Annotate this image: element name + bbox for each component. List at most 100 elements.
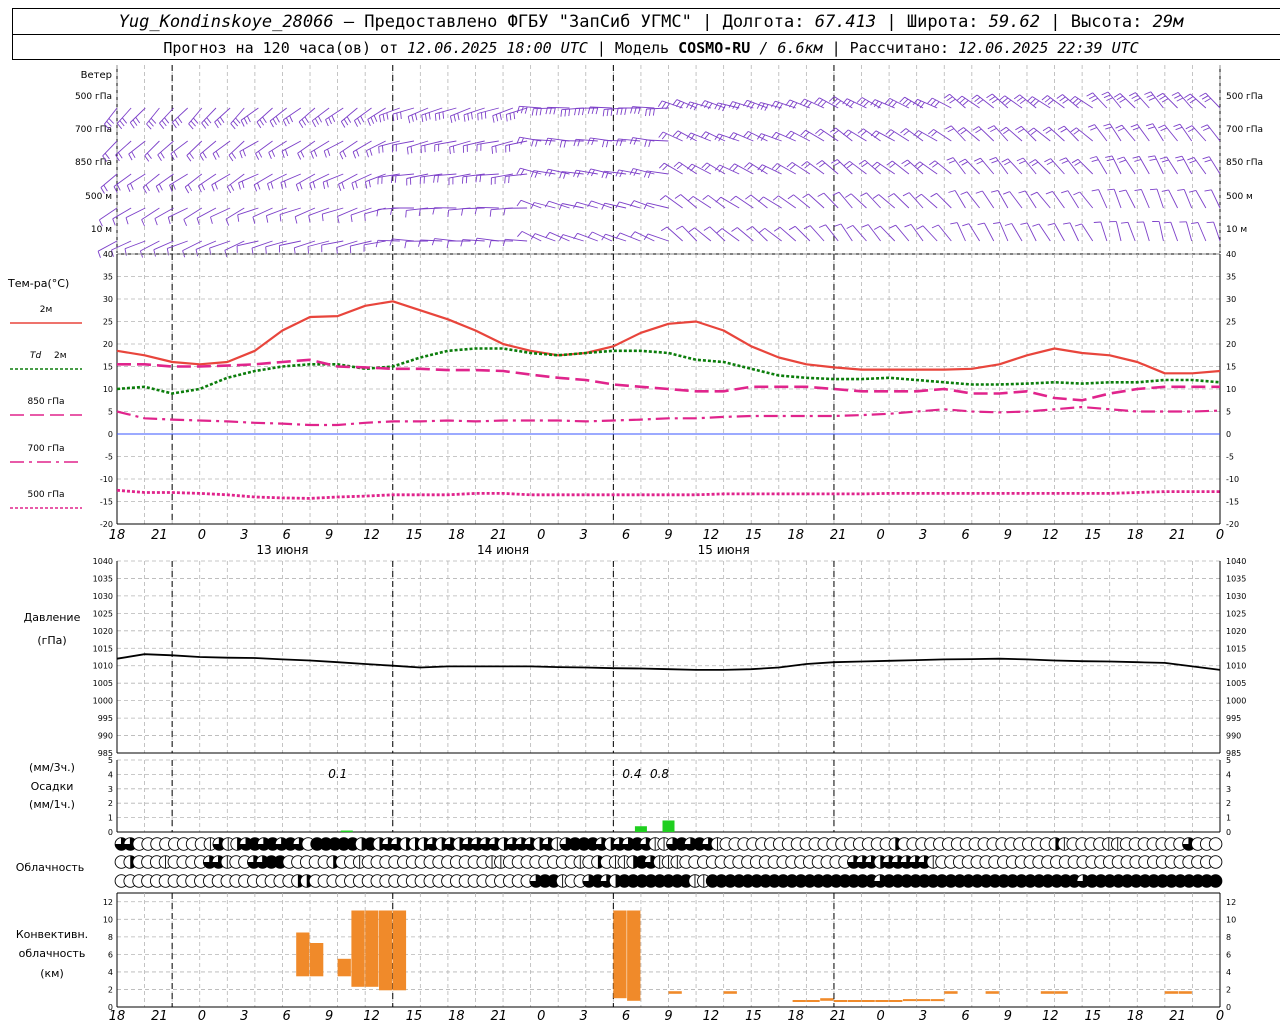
wind-barb bbox=[325, 107, 344, 120]
wind-barb-feather bbox=[1206, 221, 1214, 224]
wind-barb-feather bbox=[215, 150, 220, 158]
wind-barb-feather bbox=[378, 115, 382, 123]
wind-barb-feather bbox=[946, 157, 954, 161]
wind-barb-feather bbox=[520, 137, 524, 145]
wind-barb-feather bbox=[312, 181, 316, 189]
wind-barb bbox=[921, 193, 938, 209]
wind-barb-feather bbox=[615, 138, 619, 146]
wind-barb-feather bbox=[1073, 191, 1080, 196]
wind-barb bbox=[338, 173, 358, 185]
wind-barb-feather bbox=[1161, 159, 1169, 163]
wind-barb bbox=[533, 107, 556, 110]
wind-barb-feather bbox=[118, 152, 123, 159]
wind-barb-feather bbox=[672, 130, 679, 137]
wind-barb-feather bbox=[674, 194, 681, 199]
x-tick-label: 18 bbox=[1127, 528, 1144, 543]
wind-barb-feather bbox=[1200, 124, 1208, 128]
wind-barb-feather bbox=[819, 162, 826, 168]
cloud-symbol-fill bbox=[1209, 874, 1222, 888]
wind-barb-feather bbox=[311, 120, 316, 128]
wind-barb-feather bbox=[1199, 92, 1206, 97]
wind-barb bbox=[1077, 158, 1094, 175]
wind-barb-feather bbox=[904, 223, 912, 228]
y-tick-label: 995 bbox=[1226, 714, 1241, 723]
precip-bar bbox=[340, 830, 353, 833]
wind-barb-feather bbox=[164, 117, 170, 124]
wind-barb-feather bbox=[187, 184, 193, 192]
y-tick-label: 40 bbox=[1226, 250, 1236, 259]
y-tick-label: 1005 bbox=[93, 679, 113, 688]
wind-barb-feather bbox=[1202, 156, 1210, 160]
wind-barb-feather bbox=[788, 225, 796, 231]
wind-barb-feather bbox=[559, 171, 563, 179]
wind-barb-feather bbox=[489, 209, 492, 217]
wind-barb-feather bbox=[1016, 157, 1024, 162]
convective-bar bbox=[930, 999, 944, 1002]
wind-barb bbox=[352, 140, 372, 153]
wind-barb-feather bbox=[1018, 190, 1026, 194]
wind-barb-feather bbox=[874, 132, 880, 139]
wind-barb-feather bbox=[946, 96, 953, 102]
wind-barb bbox=[794, 225, 811, 242]
y-tick-label: 990 bbox=[1226, 732, 1241, 741]
wind-barb bbox=[1125, 189, 1136, 209]
wind-barb-feather bbox=[390, 207, 393, 215]
wind-barb bbox=[182, 240, 203, 252]
wind-barb-feather bbox=[516, 106, 520, 114]
wind-barb-feather bbox=[428, 112, 431, 120]
wind-barb bbox=[825, 224, 839, 242]
wind-barb bbox=[1193, 157, 1207, 175]
wind-barb-feather bbox=[1174, 94, 1181, 99]
wind-barb bbox=[793, 194, 811, 209]
wind-barb-feather bbox=[1201, 95, 1209, 100]
wind-barb-feather bbox=[732, 165, 739, 172]
wind-barb bbox=[562, 203, 584, 209]
wind-barb-feather bbox=[513, 112, 516, 120]
wind-barb-feather bbox=[270, 181, 274, 189]
wind-barb-feather bbox=[1061, 160, 1069, 164]
wind-barb-feather bbox=[948, 160, 956, 164]
wind-barb-feather bbox=[130, 183, 134, 190]
wind-barb bbox=[966, 191, 980, 209]
wind-barb-feather bbox=[1013, 94, 1021, 100]
wind-barb-feather bbox=[256, 182, 261, 190]
wind-barb bbox=[296, 173, 316, 185]
wind-barb bbox=[1143, 221, 1150, 242]
wind-barb-feather bbox=[153, 249, 156, 257]
wind-barb-feather bbox=[307, 246, 309, 254]
wind-barb-feather bbox=[977, 99, 984, 105]
wind-barb-feather bbox=[943, 93, 950, 99]
wind-barb bbox=[1038, 223, 1051, 242]
convective-bar bbox=[351, 910, 365, 987]
wind-barb bbox=[268, 140, 287, 153]
wind-level-label: 500 м bbox=[1226, 192, 1253, 202]
wind-barb bbox=[1210, 189, 1221, 209]
wind-barb-feather bbox=[616, 107, 619, 115]
wind-barb-feather bbox=[146, 123, 152, 130]
wind-barb-feather bbox=[675, 225, 683, 230]
wind-barb bbox=[228, 140, 245, 156]
y-tick-label: 12 bbox=[103, 898, 113, 907]
wind-barb-feather bbox=[832, 98, 838, 104]
wind-level-label: 700 гПа bbox=[1226, 125, 1263, 135]
wind-barb-feather bbox=[167, 217, 171, 225]
wind-barb-feather bbox=[228, 154, 234, 162]
wind-barb-feather bbox=[673, 161, 680, 168]
wind-barb-feather bbox=[990, 128, 997, 132]
wind-barb-feather bbox=[771, 163, 778, 169]
wind-barb bbox=[238, 173, 259, 184]
wind-barb-feather bbox=[346, 116, 352, 123]
wind-barb-feather bbox=[1187, 156, 1195, 161]
wind-barb-feather bbox=[196, 218, 200, 225]
wind-barb-feather bbox=[560, 109, 563, 117]
wind-barb-feather bbox=[370, 117, 375, 124]
wind-barb-feather bbox=[1189, 159, 1197, 164]
wind-barb-feather bbox=[112, 218, 116, 226]
wind-barb bbox=[852, 225, 867, 242]
wind-barb-feather bbox=[126, 185, 131, 192]
wind-barb-feather bbox=[125, 217, 129, 225]
wind-barb-feather bbox=[615, 232, 621, 239]
y-tick-label: 0 bbox=[1226, 1003, 1231, 1012]
wind-barb-feather bbox=[578, 108, 581, 116]
wind-barb-feather bbox=[340, 121, 346, 128]
